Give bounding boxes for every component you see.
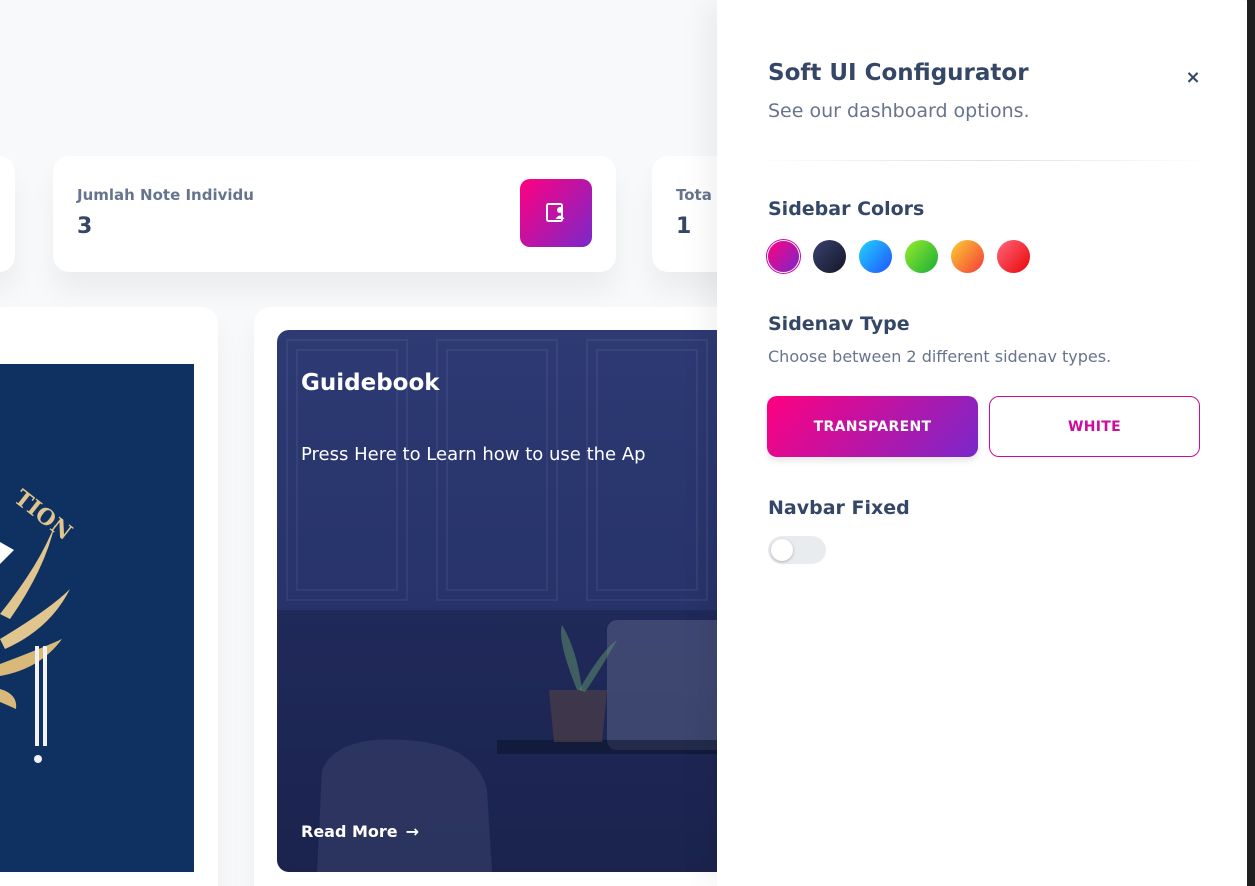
transparent-sidenav-button[interactable]: TRANSPARENT (767, 396, 978, 457)
close-icon[interactable]: × (1181, 65, 1205, 89)
color-swatch-dark[interactable] (813, 240, 846, 273)
color-swatch-success[interactable] (905, 240, 938, 273)
color-swatch-danger[interactable] (997, 240, 1030, 273)
stat-card-partial (0, 156, 15, 272)
stat-card-notes: Jumlah Note Individu 3 (53, 156, 616, 272)
navbar-fixed-toggle[interactable] (768, 536, 826, 564)
guidebook-description: Press Here to Learn how to use the Ap (301, 444, 646, 465)
guidebook-title: Guidebook (301, 370, 440, 396)
sidebar-colors-title: Sidebar Colors (768, 198, 925, 220)
stat-label: Tota (676, 186, 712, 204)
read-more-label: Read More (301, 822, 398, 841)
configurator-panel: Soft UI Configurator See our dashboard o… (717, 0, 1255, 886)
toggle-knob (771, 539, 793, 561)
document-user-icon (520, 179, 592, 247)
dashboard-stage: Jumlah Note Individu 3 Tota 1 TION Guide… (0, 0, 1255, 886)
stat-value: 3 (77, 214, 93, 239)
arrow-right-icon: → (405, 822, 420, 841)
window-edge (1247, 0, 1255, 886)
sidebar-color-swatches (767, 240, 1030, 273)
configurator-title: Soft UI Configurator (768, 60, 1029, 86)
stat-label: Jumlah Note Individu (77, 186, 254, 204)
color-swatch-info[interactable] (859, 240, 892, 273)
sidenav-type-title: Sidenav Type (768, 313, 910, 335)
color-swatch-warning[interactable] (951, 240, 984, 273)
stat-value: 1 (676, 214, 692, 239)
color-swatch-primary[interactable] (768, 241, 799, 272)
configurator-subtitle: See our dashboard options. (768, 100, 1030, 122)
navbar-fixed-title: Navbar Fixed (768, 497, 910, 519)
divider (753, 160, 1213, 161)
white-sidenav-button[interactable]: WHITE (989, 396, 1200, 457)
sidenav-type-note: Choose between 2 different sidenav types… (768, 347, 1112, 366)
institution-logo: TION (0, 364, 194, 872)
logo-lettering: TION (9, 485, 77, 546)
read-more-link[interactable]: Read More → (301, 822, 419, 841)
